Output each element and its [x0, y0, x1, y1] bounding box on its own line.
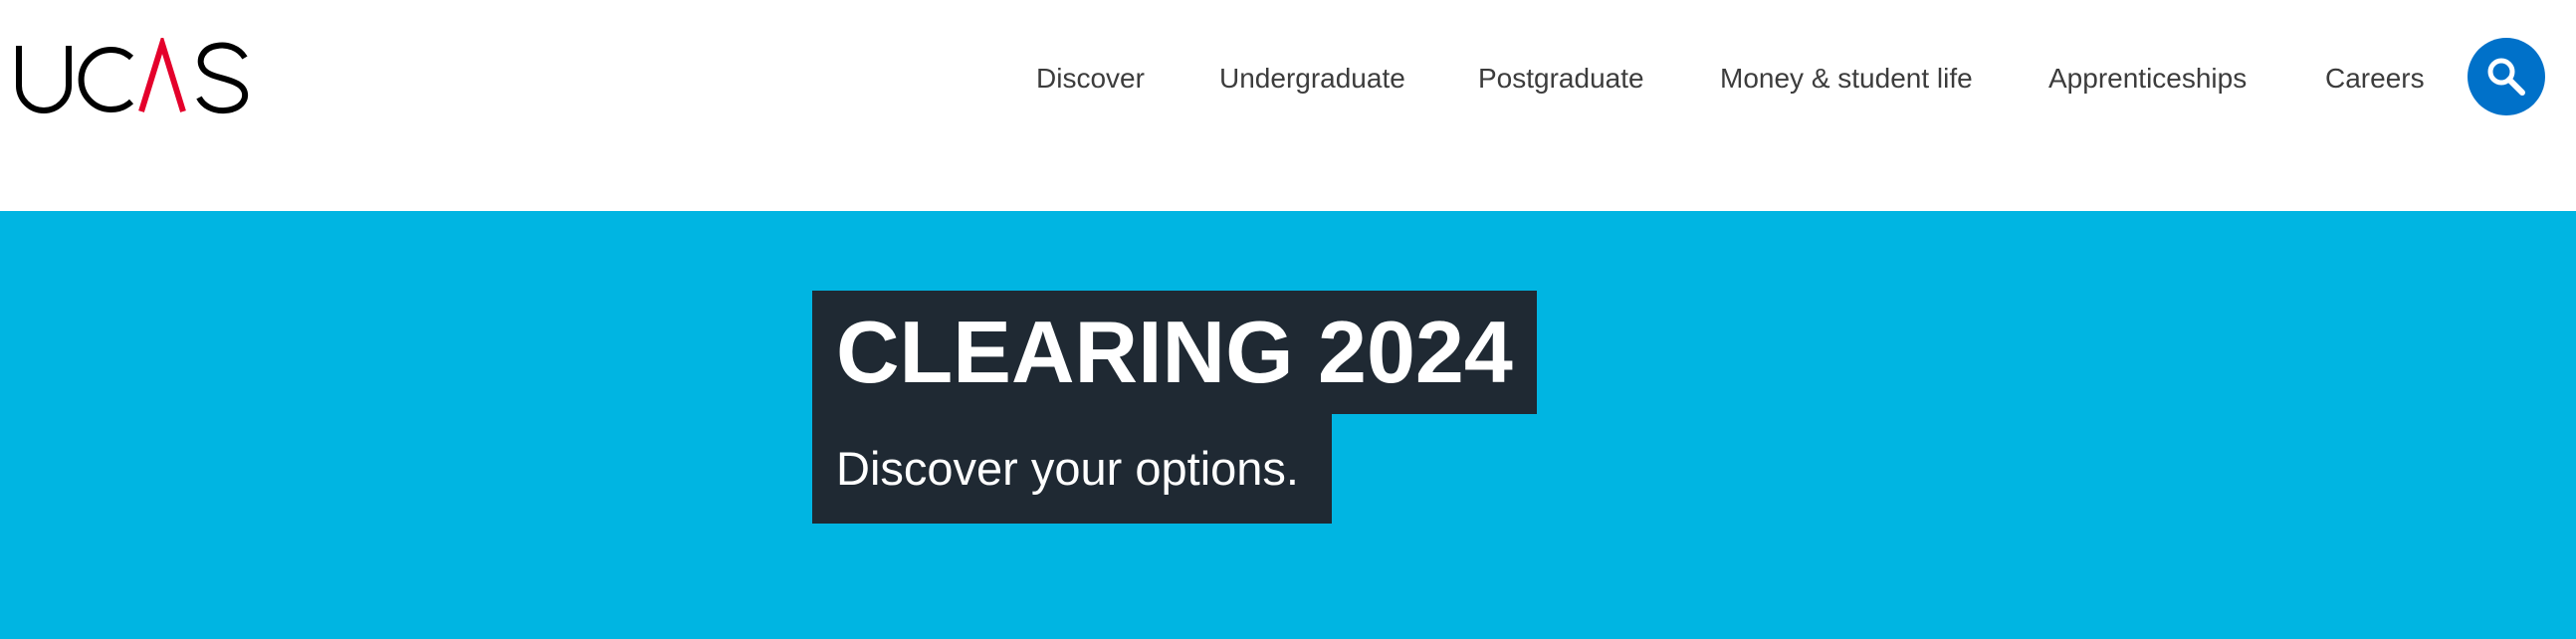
nav-item-careers[interactable]: Careers	[2325, 54, 2425, 104]
hero-subtitle: Discover your options.	[812, 414, 1332, 524]
ucas-logo-mark	[16, 38, 249, 114]
nav-item-apprenticeships[interactable]: Apprenticeships	[2048, 54, 2247, 104]
ucas-logo[interactable]	[14, 38, 259, 117]
search-button[interactable]	[2468, 38, 2545, 115]
site-header: Discover Undergraduate Postgraduate Mone…	[0, 0, 2576, 211]
nav-item-money-student-life[interactable]: Money & student life	[1720, 54, 1973, 104]
nav-item-undergraduate[interactable]: Undergraduate	[1219, 54, 1405, 104]
hero-banner: CLEARING 2024 Discover your options.	[0, 211, 2576, 639]
nav-item-postgraduate[interactable]: Postgraduate	[1478, 54, 1644, 104]
nav-item-discover[interactable]: Discover	[1036, 54, 1145, 104]
hero-title: CLEARING 2024	[812, 291, 1537, 414]
search-icon	[2487, 58, 2525, 96]
